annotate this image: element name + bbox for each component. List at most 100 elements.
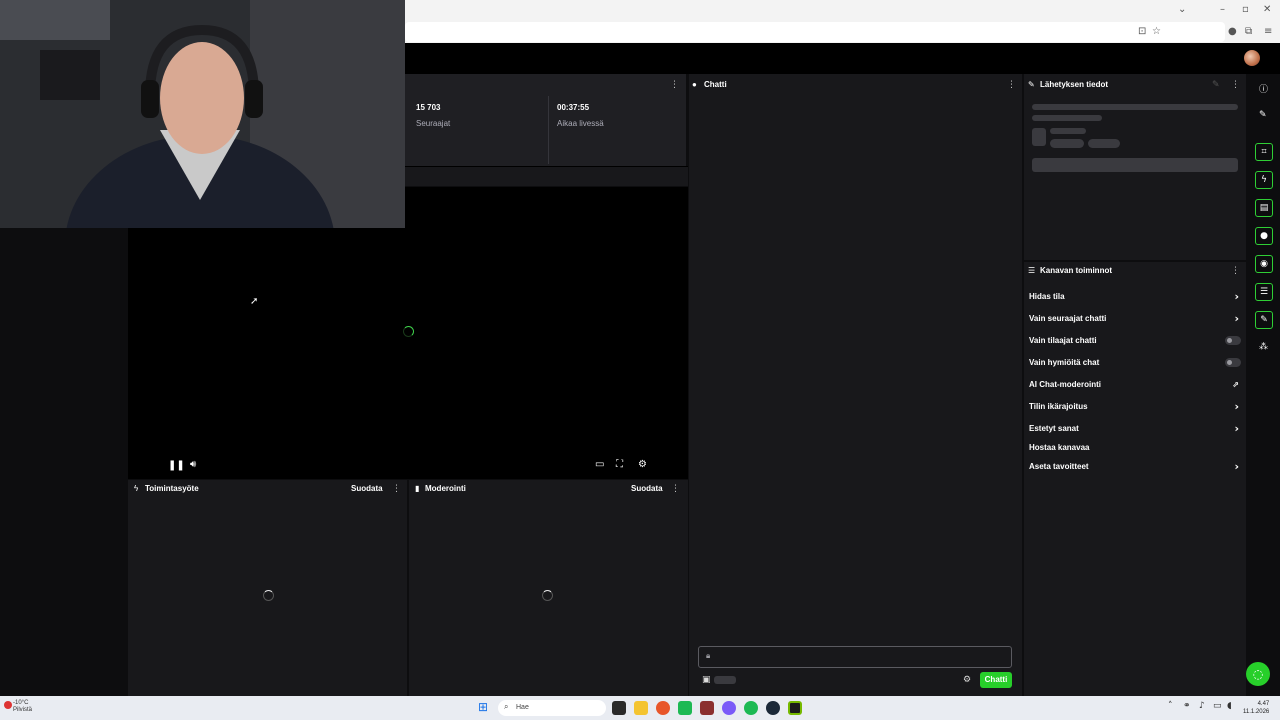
steam-icon[interactable] <box>766 701 780 715</box>
app-icon[interactable] <box>678 701 692 715</box>
install-icon[interactable]: ⊡ <box>1138 26 1146 37</box>
star-icon[interactable]: ☆ <box>1152 26 1161 37</box>
stream-info-title: Lähetyksen tiedot <box>1040 80 1109 89</box>
skeleton-tag <box>1050 139 1084 148</box>
chat-input[interactable] <box>698 646 1012 668</box>
weather-widget[interactable]: -10°C Pilvistä <box>13 700 32 714</box>
channel-actions-menu-icon[interactable]: ⋮ <box>1231 266 1240 276</box>
app-icon[interactable] <box>722 701 736 715</box>
app-icon[interactable] <box>700 701 714 715</box>
maximize-icon[interactable]: ▫ <box>1242 4 1249 15</box>
activity-feed-panel <box>128 480 407 696</box>
actions-icon: ☰ <box>1028 266 1036 275</box>
live-time-label: Aikaa livessä <box>557 119 604 128</box>
chat-icon[interactable]: ● <box>1255 227 1273 245</box>
chat-settings-icon[interactable]: ⚙ <box>963 675 971 685</box>
network-icon[interactable]: ▭ <box>1213 701 1222 711</box>
avatar[interactable] <box>1244 50 1260 66</box>
chat-menu-icon[interactable]: ⋮ <box>1007 80 1016 90</box>
theatre-mode-icon[interactable]: ▭ <box>595 459 604 470</box>
microphone-icon[interactable]: ♪ <box>1199 701 1205 711</box>
stats-menu-icon[interactable]: ⋮ <box>670 80 679 90</box>
activity-filter-button[interactable]: Suodata <box>351 484 383 493</box>
wrench-icon[interactable]: ✎ <box>1255 311 1273 329</box>
volume-icon[interactable]: 🔊︎ <box>190 459 196 470</box>
file-explorer-icon[interactable] <box>634 701 648 715</box>
shapes-icon[interactable]: ⁂ <box>1259 342 1268 352</box>
windows-start-icon[interactable]: ⊞ <box>478 700 488 714</box>
search-icon: ⌕ <box>504 702 509 711</box>
chevron-right-icon: › <box>1234 400 1239 413</box>
moderation-filter-button[interactable]: Suodata <box>631 484 663 493</box>
send-chat-button[interactable]: Chatti <box>980 672 1012 688</box>
fullscreen-icon[interactable]: ⛶ <box>616 459 623 470</box>
taskbar-clock[interactable]: 4.47 11.1.2026 <box>1243 700 1269 716</box>
live-time-value: 00:37:55 <box>557 103 590 112</box>
list-icon[interactable]: ☰ <box>1255 283 1273 301</box>
activity-feed-title: Toimintasyöte <box>145 484 199 493</box>
chat-title: Chatti <box>704 80 727 89</box>
action-ai-moderation[interactable]: AI Chat-moderointi ⇗ <box>1029 378 1241 392</box>
chevron-down-icon[interactable]: ⌄ <box>1178 4 1186 15</box>
action-set-goals[interactable]: Aseta tavoitteet › <box>1029 460 1241 474</box>
followers-count: 15 703 <box>416 103 441 112</box>
help-chat-icon[interactable]: ◌ <box>1246 662 1270 686</box>
bolt-icon[interactable]: ϟ <box>1255 171 1273 189</box>
task-view-icon[interactable] <box>612 701 626 715</box>
chat-bubble-icon: ● <box>692 80 697 89</box>
action-emote-only: Vain hymiöitä chat <box>1029 356 1241 370</box>
chevron-right-icon: › <box>1234 290 1239 303</box>
extensions-icon[interactable]: ⧉ <box>1245 26 1252 37</box>
wrench-icon: ✎ <box>1028 80 1035 89</box>
settings-gear-icon[interactable]: ⚙ <box>638 459 647 470</box>
skeleton-thumb <box>1032 128 1046 146</box>
activity-menu-icon[interactable]: ⋮ <box>392 484 401 494</box>
emote-only-toggle[interactable] <box>1225 358 1241 367</box>
address-bar[interactable] <box>405 22 1225 42</box>
skeleton-bar <box>1032 158 1238 172</box>
stats-divider <box>548 96 549 164</box>
activity-loading-icon <box>263 590 274 601</box>
taskbar-search[interactable]: ⌕ Hae <box>498 700 606 716</box>
action-subscribers-only: Vain tilaajat chatti <box>1029 334 1241 348</box>
moderation-panel <box>409 480 688 696</box>
tray-chevron-icon[interactable]: ˄ <box>1168 701 1173 711</box>
action-blocked-terms[interactable]: Estetyt sanat › <box>1029 422 1241 436</box>
edit-pencil-icon[interactable]: ✎ <box>1212 80 1220 90</box>
edit-icon[interactable]: ✎ <box>1259 110 1267 120</box>
mouse-cursor-icon: ➚ <box>250 296 259 307</box>
moderation-icon: ▮ <box>415 484 420 493</box>
broadcast-icon[interactable]: ◉ <box>1255 255 1273 273</box>
action-followers-only[interactable]: Vain seuraajat chatti › <box>1029 312 1241 326</box>
webcam-person-image <box>0 0 405 228</box>
action-age-restriction[interactable]: Tilin ikärajoitus › <box>1029 400 1241 414</box>
minimize-icon[interactable]: – <box>1220 4 1225 15</box>
webcam-overlay <box>0 0 405 228</box>
clip-icon[interactable]: ⌗ <box>1255 143 1273 161</box>
loading-spinner-icon <box>403 326 414 337</box>
speaker-icon[interactable]: ◖ <box>1227 701 1232 711</box>
store-icon[interactable]: ▣ <box>702 675 711 685</box>
weather-alert-icon <box>4 701 12 709</box>
lightning-icon: ϟ <box>134 484 139 493</box>
account-icon[interactable]: ● <box>1228 26 1237 37</box>
moderation-title: Moderointi <box>425 484 466 493</box>
nvidia-icon[interactable] <box>788 701 802 715</box>
close-icon[interactable]: ✕ <box>1263 4 1271 15</box>
stream-info-menu-icon[interactable]: ⋮ <box>1231 80 1240 90</box>
action-slow-mode[interactable]: Hidas tila › <box>1029 290 1241 304</box>
skeleton-line <box>1032 104 1238 110</box>
firefox-icon[interactable] <box>656 701 670 715</box>
skeleton-tag <box>1088 139 1120 148</box>
points-placeholder <box>714 676 736 684</box>
external-link-icon: ⇗ <box>1232 380 1239 389</box>
pause-icon[interactable]: ❚❚ <box>168 460 185 471</box>
subscribers-only-toggle[interactable] <box>1225 336 1241 345</box>
action-host-channel[interactable]: Hostaa kanavaa <box>1029 441 1241 455</box>
moderation-menu-icon[interactable]: ⋮ <box>671 484 680 494</box>
spotify-icon[interactable] <box>744 701 758 715</box>
tray-app-icon[interactable]: ⚭ <box>1183 701 1191 711</box>
browser-menu-icon[interactable]: ≡ <box>1264 26 1272 37</box>
info-icon[interactable]: ⓘ <box>1259 82 1268 95</box>
notes-icon[interactable]: ▤ <box>1255 199 1273 217</box>
